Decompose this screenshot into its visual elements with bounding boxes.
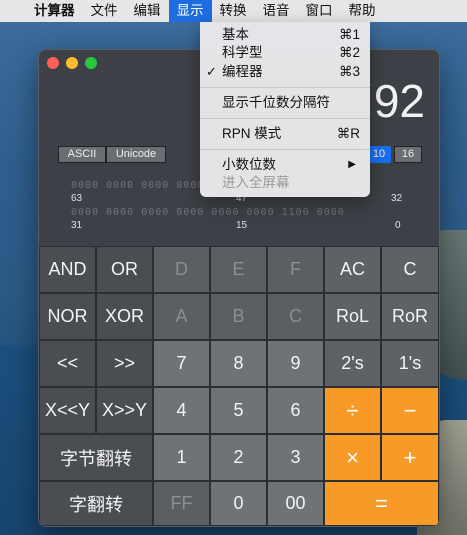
base-16-button[interactable]: 16	[394, 146, 422, 163]
bit-position-label: 31	[71, 220, 83, 231]
digit-8-button[interactable]: 8	[210, 340, 267, 387]
divide-button[interactable]: ÷	[324, 387, 381, 434]
multiply-button[interactable]: ×	[324, 434, 381, 481]
digit-7-button[interactable]: 7	[153, 340, 210, 387]
hex-b-button[interactable]: B	[210, 293, 267, 340]
keypad: AND OR D E F AC C NOR XOR A B C RoL RoR …	[39, 246, 439, 526]
bit-position-label: 0	[395, 220, 401, 231]
twos-complement-button[interactable]: 2's	[324, 340, 381, 387]
menu-item-rpn-mode[interactable]: RPN 模式 ⌘R	[200, 125, 370, 143]
menu-item-decimal-places[interactable]: 小数位数 ▶	[200, 156, 370, 174]
menu-separator	[200, 87, 370, 88]
rotate-left-button[interactable]: RoL	[324, 293, 381, 340]
menu-separator	[200, 118, 370, 119]
menu-window[interactable]: 窗口	[298, 0, 341, 22]
submenu-arrow-icon: ▶	[348, 159, 356, 170]
menu-view[interactable]: 显示	[168, 0, 212, 22]
x-shift-right-y-button[interactable]: X>>Y	[96, 387, 153, 434]
zoom-window-button[interactable]	[85, 57, 97, 69]
checkmark-icon: ✓	[206, 64, 217, 79]
menu-item-label: 显示千位数分隔符	[222, 95, 330, 110]
menu-file[interactable]: 文件	[83, 0, 126, 22]
digit-3-button[interactable]: 3	[267, 434, 324, 481]
menu-edit[interactable]: 编辑	[126, 0, 169, 22]
menu-item-shortcut: ⌘1	[338, 27, 360, 42]
menu-speech[interactable]: 语音	[255, 0, 298, 22]
ff-button[interactable]: FF	[153, 481, 210, 526]
apple-menu-icon[interactable]	[0, 0, 26, 22]
bit-row-low[interactable]: 0000 0000 0000 0000 0000 0000 1100 0000	[71, 207, 345, 218]
menu-item-scientific[interactable]: 科学型 ⌘2	[200, 44, 370, 62]
menu-item-label: 科学型	[222, 45, 263, 60]
menu-separator	[200, 149, 370, 150]
rotate-right-button[interactable]: RoR	[381, 293, 439, 340]
hex-d-button[interactable]: D	[153, 246, 210, 293]
menu-item-label: RPN 模式	[222, 126, 282, 141]
result-value: 92	[373, 75, 425, 127]
nor-button[interactable]: NOR	[39, 293, 96, 340]
menu-item-label: 编程器	[222, 64, 263, 79]
menu-item-shortcut: ⌘3	[338, 64, 360, 79]
digit-4-button[interactable]: 4	[153, 387, 210, 434]
menu-item-label: 基本	[222, 27, 249, 42]
menu-item-label: 进入全屏幕	[222, 175, 290, 190]
or-button[interactable]: OR	[96, 246, 153, 293]
digit-2-button[interactable]: 2	[210, 434, 267, 481]
equals-button[interactable]: =	[324, 481, 439, 526]
bit-position-label: 32	[391, 193, 403, 204]
menu-item-basic[interactable]: 基本 ⌘1	[200, 26, 370, 44]
menu-item-thousands-separator[interactable]: 显示千位数分隔符	[200, 94, 370, 112]
hex-e-button[interactable]: E	[210, 246, 267, 293]
xor-button[interactable]: XOR	[96, 293, 153, 340]
close-window-button[interactable]	[47, 57, 59, 69]
menu-item-shortcut: ⌘2	[338, 45, 360, 60]
digit-0-button[interactable]: 0	[210, 481, 267, 526]
menu-item-shortcut: ⌘R	[336, 126, 360, 141]
minimize-window-button[interactable]	[66, 57, 78, 69]
menu-item-label: 小数位数	[222, 157, 276, 172]
menu-convert[interactable]: 转换	[212, 0, 255, 22]
bit-position-label: 63	[71, 193, 83, 204]
view-menu-dropdown: 基本 ⌘1 科学型 ⌘2 ✓ 编程器 ⌘3 显示千位数分隔符 RPN 模式 ⌘R…	[200, 22, 370, 197]
digit-1-button[interactable]: 1	[153, 434, 210, 481]
subtract-button[interactable]: −	[381, 387, 439, 434]
add-button[interactable]: +	[381, 434, 439, 481]
byte-flip-button[interactable]: 字节翻转	[39, 434, 153, 481]
digit-9-button[interactable]: 9	[267, 340, 324, 387]
menu-calculator[interactable]: 计算器	[26, 0, 83, 22]
ascii-toggle[interactable]: ASCII	[58, 146, 106, 163]
menu-help[interactable]: 帮助	[341, 0, 384, 22]
unicode-toggle[interactable]: Unicode	[106, 146, 166, 163]
shift-left-button[interactable]: <<	[39, 340, 96, 387]
ones-complement-button[interactable]: 1's	[381, 340, 439, 387]
clear-button[interactable]: C	[381, 246, 439, 293]
menu-item-enter-fullscreen: 进入全屏幕	[200, 174, 370, 192]
digit-5-button[interactable]: 5	[210, 387, 267, 434]
double-zero-button[interactable]: 00	[267, 481, 324, 526]
menu-item-programmer[interactable]: ✓ 编程器 ⌘3	[200, 63, 370, 81]
x-shift-left-y-button[interactable]: X<<Y	[39, 387, 96, 434]
digit-6-button[interactable]: 6	[267, 387, 324, 434]
shift-right-button[interactable]: >>	[96, 340, 153, 387]
menu-bar: 计算器 文件 编辑 显示 转换 语音 窗口 帮助	[0, 0, 467, 22]
base-10-button[interactable]: 10	[367, 146, 391, 163]
and-button[interactable]: AND	[39, 246, 96, 293]
bit-position-label: 15	[236, 220, 248, 231]
all-clear-button[interactable]: AC	[324, 246, 381, 293]
hex-f-button[interactable]: F	[267, 246, 324, 293]
hex-a-button[interactable]: A	[153, 293, 210, 340]
hex-c-button[interactable]: C	[267, 293, 324, 340]
word-flip-button[interactable]: 字翻转	[39, 481, 153, 526]
